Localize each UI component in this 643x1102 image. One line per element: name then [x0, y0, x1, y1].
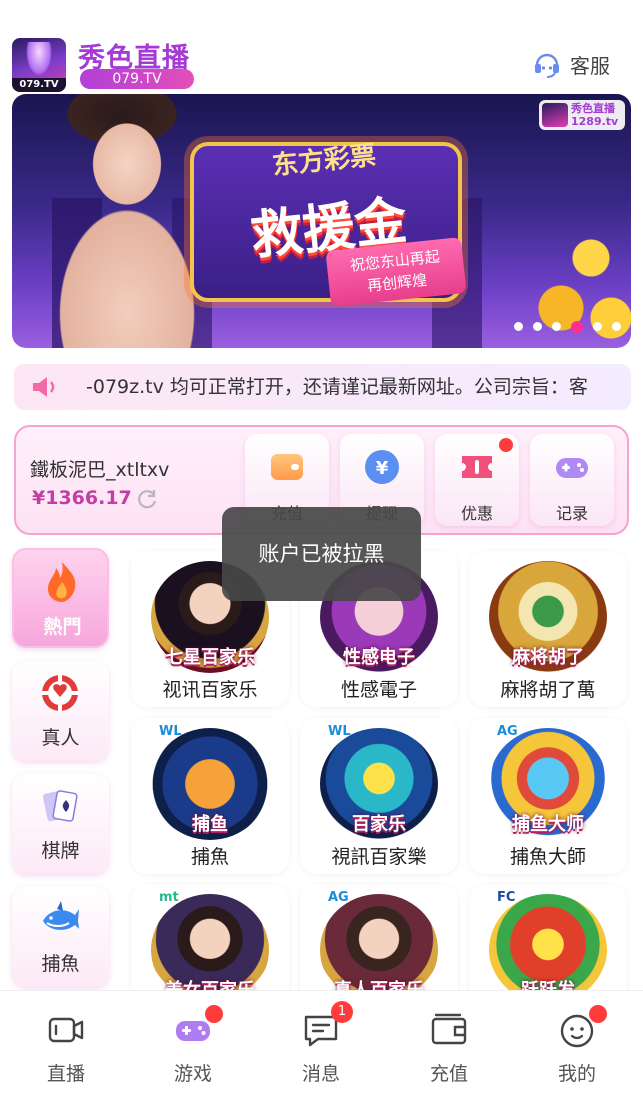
records-label: 记录	[555, 504, 588, 523]
announcement-bar[interactable]: -079z.tv 均可正常打开，还请谨记最新网址。公司宗旨：客	[14, 364, 631, 410]
game-label: 視訊百家樂	[331, 846, 427, 868]
carousel-dot[interactable]	[593, 322, 602, 331]
game-tile[interactable]: WL 捕鱼 捕魚	[131, 718, 289, 874]
game-label: 捕魚大師	[509, 846, 586, 868]
app-logo: 079.TV	[12, 38, 66, 92]
carousel-dot-active[interactable]	[571, 321, 583, 333]
banner-model-image	[32, 94, 202, 348]
bottom-navigation: 直播 游戏 1 消息 充值 我的	[0, 990, 643, 1102]
game-tile[interactable]: AG 捕鱼大师 捕魚大師	[469, 718, 627, 874]
wallet-icon	[271, 454, 303, 480]
nav-live[interactable]: 直播	[16, 1011, 116, 1091]
category-live[interactable]: 真人	[12, 661, 109, 761]
nav-label: 消息	[301, 1063, 340, 1085]
notification-dot	[589, 1005, 607, 1023]
game-art: 麻将胡了	[489, 561, 607, 673]
game-tile[interactable]: 麻将胡了 麻將胡了萬	[469, 551, 627, 707]
speaker-icon	[33, 377, 55, 397]
game-tile[interactable]: WL 百家乐 視訊百家樂	[300, 718, 458, 874]
camera-icon	[48, 1017, 84, 1043]
category-label: 熱門	[43, 616, 82, 638]
category-label: 捕魚	[41, 953, 80, 975]
game-label: 性感電子	[340, 679, 417, 701]
records-button[interactable]: 记录	[530, 434, 614, 526]
promotions-label: 优惠	[460, 504, 493, 523]
notification-dot	[205, 1005, 223, 1023]
category-fishing[interactable]: 捕魚	[12, 887, 109, 987]
category-label: 真人	[41, 727, 80, 749]
carousel-dots[interactable]	[514, 321, 621, 333]
playing-cards-icon	[42, 790, 78, 822]
wallet-icon	[431, 1013, 467, 1045]
nav-label: 游戏	[173, 1063, 212, 1085]
game-label: 捕魚	[190, 846, 229, 868]
nav-games[interactable]: 游戏	[143, 1005, 243, 1091]
toast-message: 账户已被拉黑	[222, 507, 421, 601]
customer-service-label: 客服	[570, 53, 610, 78]
nav-messages[interactable]: 1 消息	[271, 1001, 371, 1091]
game-label: 视讯百家乐	[162, 679, 258, 701]
category-hot[interactable]: 熱門	[12, 548, 109, 648]
nav-profile[interactable]: 我的	[527, 1005, 627, 1091]
username: 鐵板泥巴_xtltxv	[30, 459, 170, 481]
game-label: 麻將胡了萬	[500, 679, 596, 701]
headset-icon	[535, 53, 559, 78]
banner-brand-mark: 秀色直播 1289.tv	[539, 100, 625, 130]
gamepad-icon	[556, 458, 588, 478]
balance-amount: ¥1366.17	[32, 487, 132, 509]
carousel-dot[interactable]	[514, 322, 523, 331]
shark-icon	[43, 901, 79, 930]
flame-icon	[47, 562, 76, 602]
carousel-dot[interactable]	[533, 322, 542, 331]
game-art: 捕鱼	[151, 728, 269, 840]
carousel-dot[interactable]	[552, 322, 561, 331]
brand-subtitle: 079.TV	[80, 69, 194, 89]
category-label: 棋牌	[41, 840, 80, 862]
nav-deposit[interactable]: 充值	[399, 1011, 499, 1091]
carousel-dot[interactable]	[612, 322, 621, 331]
poker-chip-icon	[42, 675, 78, 711]
nav-label: 充值	[429, 1063, 468, 1085]
logo-tag: 079.TV	[12, 78, 66, 92]
refresh-icon[interactable]	[136, 487, 158, 509]
promo-banner[interactable]: 东方彩票 救援金 祝您东山再起 再创辉煌 秀色直播 1289.tv	[12, 94, 631, 348]
game-art: 百家乐	[320, 728, 438, 840]
app-header: 079.TV 秀色直播 079.TV 客服	[0, 0, 643, 92]
promotions-button[interactable]: 优惠	[435, 434, 519, 526]
announcement-text: -079z.tv 均可正常打开，还请谨记最新网址。公司宗旨：客	[86, 376, 588, 398]
ticket-icon	[462, 456, 492, 478]
nav-label: 直播	[46, 1063, 85, 1085]
game-art: 捕鱼大师	[489, 728, 607, 840]
svg-text:¥: ¥	[376, 458, 389, 479]
nav-label: 我的	[557, 1063, 596, 1085]
unread-count-badge: 1	[331, 1001, 353, 1023]
yen-coin-icon: ¥	[365, 450, 399, 484]
customer-service-button[interactable]: 客服	[532, 46, 610, 82]
notification-dot	[499, 438, 513, 452]
category-cards[interactable]: 棋牌	[12, 774, 109, 874]
